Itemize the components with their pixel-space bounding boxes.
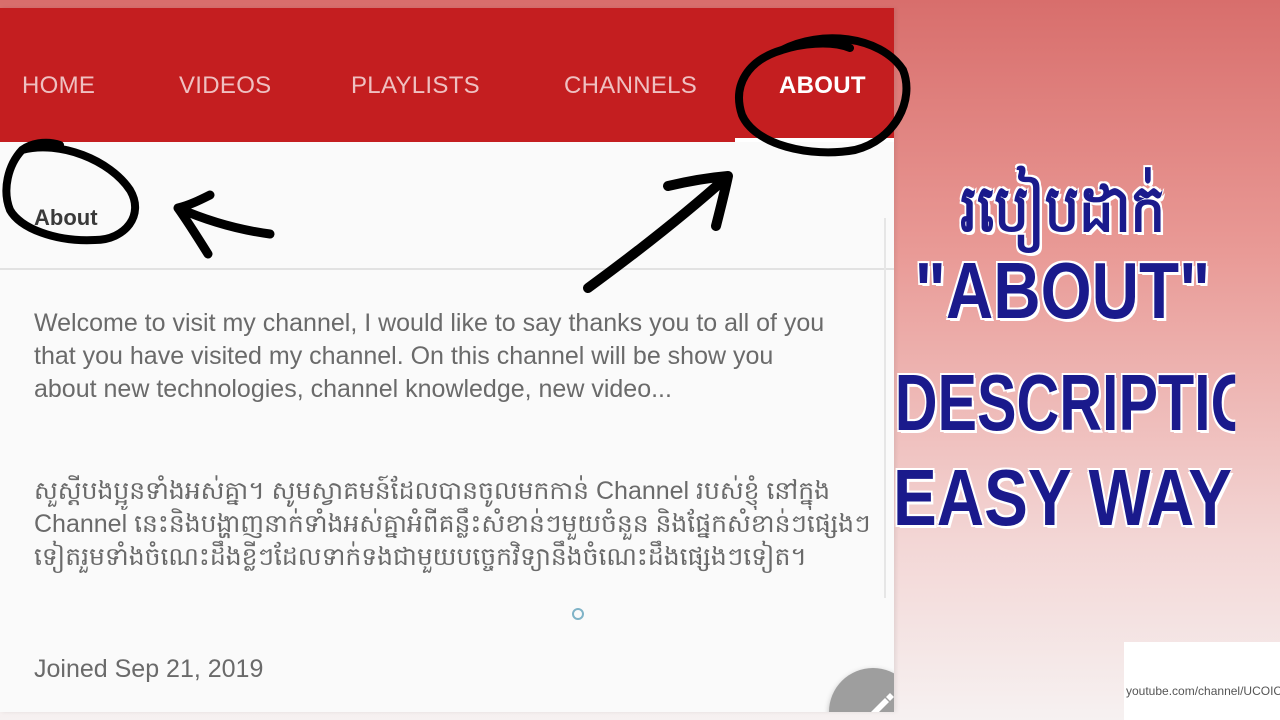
youtube-app-screen: HOME VIDEOS PLAYLISTS CHANNELS ABOUT Abo… bbox=[0, 8, 894, 712]
url-overlay: youtube.com/channel/UCOICI bbox=[1124, 642, 1280, 720]
active-tab-indicator bbox=[735, 138, 894, 142]
joined-date: Joined Sep 21, 2019 bbox=[34, 655, 264, 683]
thumbnail-title-about: "ABOUT" bbox=[914, 246, 1211, 335]
edit-button[interactable] bbox=[829, 668, 894, 712]
channel-description-khmer: សួស្តីបងប្អូនទាំងអស់គ្នា។ សូមស្វាគមន៍ដែល… bbox=[34, 477, 871, 571]
tab-playlists[interactable]: PLAYLISTS bbox=[351, 72, 480, 100]
url-text: youtube.com/channel/UCOICI bbox=[1126, 684, 1280, 698]
thumbnail-title-descriptions: DESCRIPTIONS bbox=[894, 358, 1235, 447]
section-divider bbox=[0, 268, 894, 270]
about-section-header: About bbox=[34, 205, 98, 230]
channel-description-english: Welcome to visit my channel, I would lik… bbox=[34, 309, 825, 403]
tab-channels[interactable]: CHANNELS bbox=[564, 72, 697, 100]
channel-tab-bar: HOME VIDEOS PLAYLISTS CHANNELS ABOUT bbox=[0, 8, 894, 142]
loading-indicator bbox=[572, 608, 584, 620]
tab-about[interactable]: ABOUT bbox=[779, 72, 866, 100]
pencil-icon bbox=[871, 693, 894, 712]
tab-videos[interactable]: VIDEOS bbox=[179, 72, 272, 100]
tab-home[interactable]: HOME bbox=[22, 72, 95, 100]
thumbnail-title-easy-way: EASY WAY bbox=[892, 453, 1233, 542]
